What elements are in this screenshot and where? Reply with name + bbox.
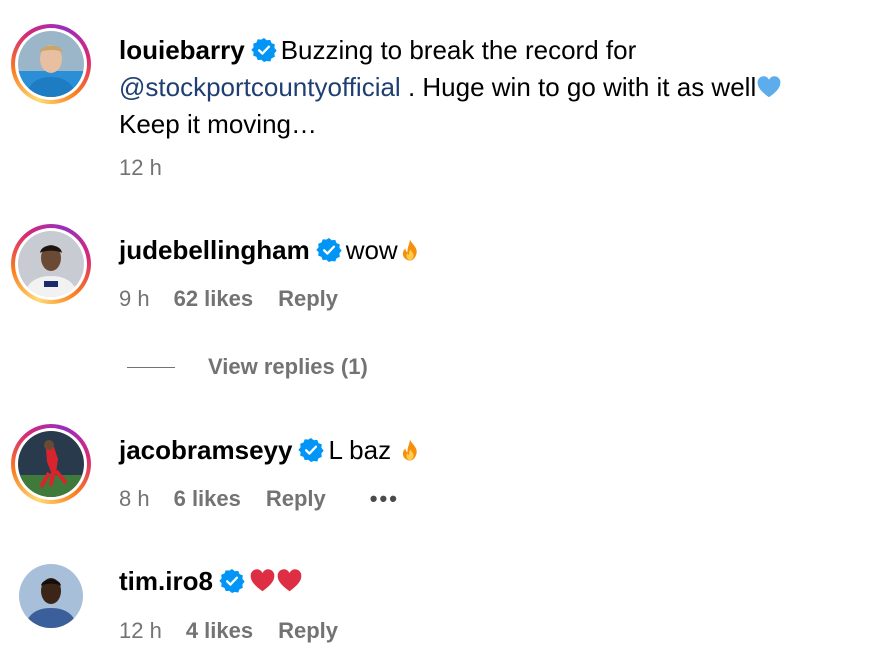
likes-count[interactable]: 4 likes (186, 618, 253, 644)
reply-button[interactable]: Reply (278, 286, 338, 312)
timestamp: 12 h (119, 618, 162, 643)
mention-link[interactable]: @stockportcountyofficial (119, 72, 401, 102)
avatar-story-ring[interactable] (11, 224, 91, 304)
username[interactable]: louiebarry (119, 35, 245, 65)
more-options-icon[interactable]: ••• (370, 486, 399, 512)
likes-count[interactable]: 6 likes (174, 486, 241, 512)
red-heart-icon (276, 567, 303, 594)
view-replies-button[interactable]: View replies (1) (127, 354, 368, 380)
username[interactable]: tim.iro8 (119, 566, 213, 596)
verified-badge-icon (316, 237, 342, 263)
verified-badge-icon (219, 568, 245, 594)
reply-button[interactable]: Reply (278, 618, 338, 644)
comment-text: L baz (328, 435, 392, 465)
comment-text: Buzzing to break the record for (280, 35, 637, 65)
divider-line (127, 366, 175, 368)
likes-count[interactable]: 62 likes (174, 286, 254, 312)
comment-text: wow (345, 235, 398, 265)
comment-meta: 12 h (119, 155, 186, 181)
comment-meta: 12 h 4 likes Reply (119, 618, 338, 644)
comment-meta: 8 h 6 likes Reply ••• (119, 486, 399, 512)
reply-button[interactable]: Reply (266, 486, 326, 512)
avatar[interactable] (18, 31, 84, 97)
view-replies-label: View replies (1) (208, 354, 368, 379)
comment-text-line3: Keep it moving… (119, 109, 317, 139)
avatar[interactable] (18, 431, 84, 497)
comment-meta: 9 h 62 likes Reply (119, 286, 338, 312)
avatar[interactable] (18, 231, 84, 297)
verified-badge-icon (251, 37, 277, 63)
avatar-story-ring[interactable] (11, 24, 91, 104)
fire-icon (398, 237, 422, 263)
username[interactable]: judebellingham (119, 235, 310, 265)
timestamp: 12 h (119, 155, 162, 180)
avatar[interactable] (19, 564, 83, 628)
verified-badge-icon (298, 437, 324, 463)
comment-body: tim.iro8 (119, 563, 874, 600)
avatar-story-ring[interactable] (11, 424, 91, 504)
comment-body: judebellingham wow (119, 232, 874, 269)
fire-icon (398, 437, 422, 463)
red-heart-icon (249, 567, 276, 594)
comment-body: louiebarry Buzzing to break the record fo… (119, 32, 874, 143)
comment-body: jacobramseyy L baz (119, 432, 874, 469)
comment-text-cont: . Huge win to go with it as well (407, 72, 757, 102)
blue-heart-icon (756, 74, 782, 100)
username[interactable]: jacobramseyy (119, 435, 292, 465)
timestamp: 9 h (119, 286, 150, 311)
timestamp: 8 h (119, 486, 150, 511)
